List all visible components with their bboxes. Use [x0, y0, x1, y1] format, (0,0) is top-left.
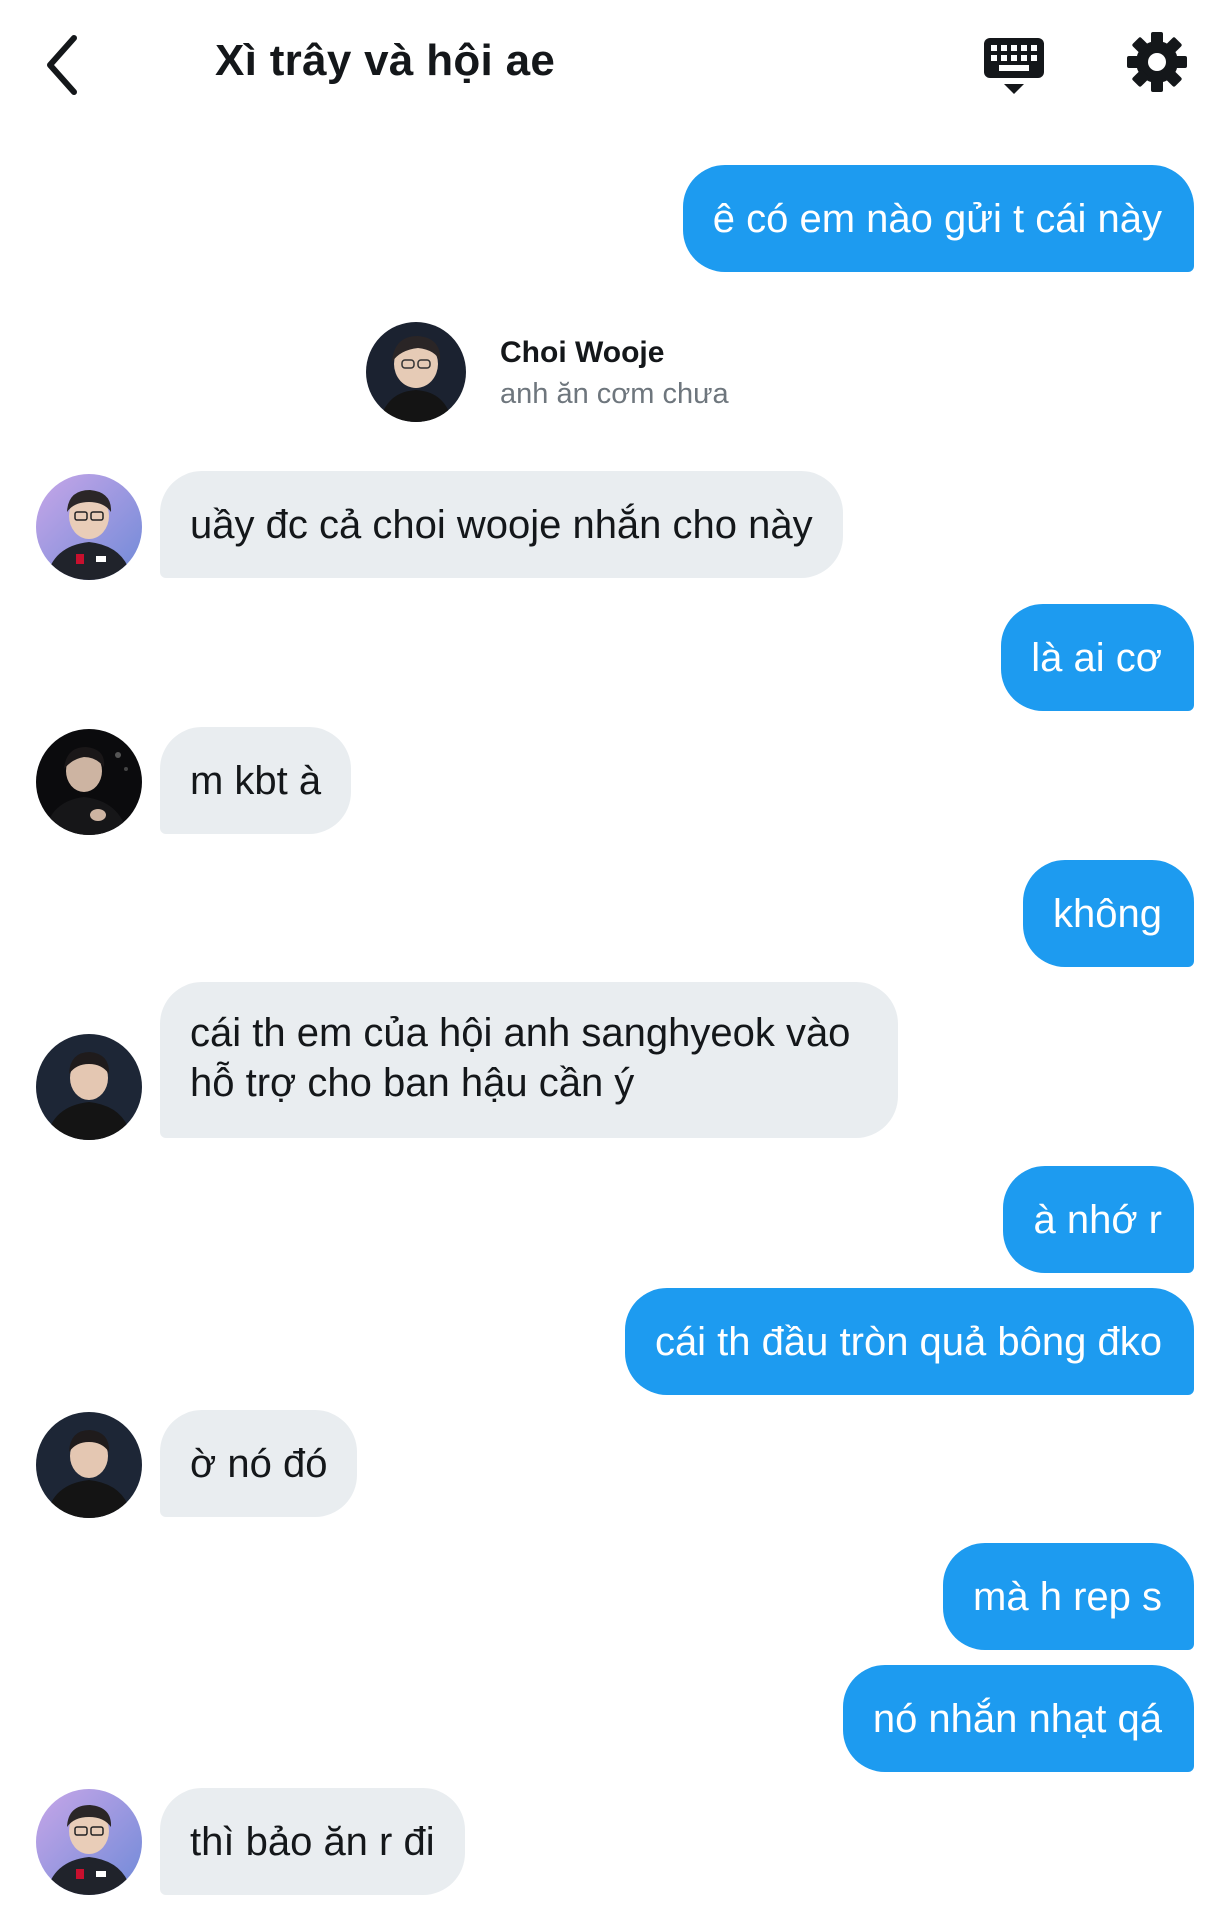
outgoing-message[interactable]: nó nhắn nhạt qá	[842, 1665, 1194, 1772]
outgoing-message[interactable]: à nhớ r	[1003, 1166, 1194, 1273]
shared-message-card[interactable]: Choi Wooje anh ăn cơm chưa	[366, 322, 786, 432]
keyboard-icon	[984, 38, 1044, 94]
incoming-message[interactable]: thì bảo ăn r đi	[160, 1788, 465, 1895]
back-button[interactable]	[40, 30, 90, 100]
conversation-title: Xì trây và hội ae	[215, 36, 556, 85]
avatar[interactable]	[36, 1034, 142, 1140]
message-line: hỗ trợ cho ban hậu cần ý	[190, 1061, 635, 1105]
message-line: cái th em của hội anh sanghyeok vào	[190, 1011, 851, 1055]
avatar[interactable]	[36, 1412, 142, 1518]
outgoing-message[interactable]: ê có em nào gửi t cái này	[682, 165, 1194, 272]
chat-header: Xì trây và hội ae	[0, 0, 1226, 130]
shared-message-sender: Choi Wooje	[500, 336, 665, 369]
incoming-message[interactable]: ờ nó đó	[160, 1410, 358, 1517]
shared-message-text: anh ăn cơm chưa	[500, 378, 729, 410]
outgoing-message[interactable]: là ai cơ	[1001, 604, 1194, 711]
keyboard-button[interactable]	[982, 34, 1046, 98]
avatar[interactable]	[36, 1789, 142, 1895]
outgoing-message[interactable]: cái th đầu tròn quả bông đko	[624, 1288, 1194, 1395]
incoming-message[interactable]: m kbt à	[160, 727, 352, 834]
incoming-message[interactable]: uầy đc cả choi wooje nhắn cho này	[160, 471, 843, 578]
avatar[interactable]	[36, 474, 142, 580]
outgoing-message[interactable]: mà h rep s	[943, 1543, 1194, 1650]
outgoing-message[interactable]: không	[1023, 860, 1194, 967]
settings-button[interactable]	[1125, 30, 1189, 94]
gear-icon	[1127, 32, 1187, 92]
avatar	[366, 322, 466, 422]
avatar[interactable]	[36, 729, 142, 835]
incoming-message[interactable]: cái th em của hội anh sanghyeok vào hỗ t…	[160, 982, 899, 1138]
chevron-left-icon	[47, 35, 77, 95]
